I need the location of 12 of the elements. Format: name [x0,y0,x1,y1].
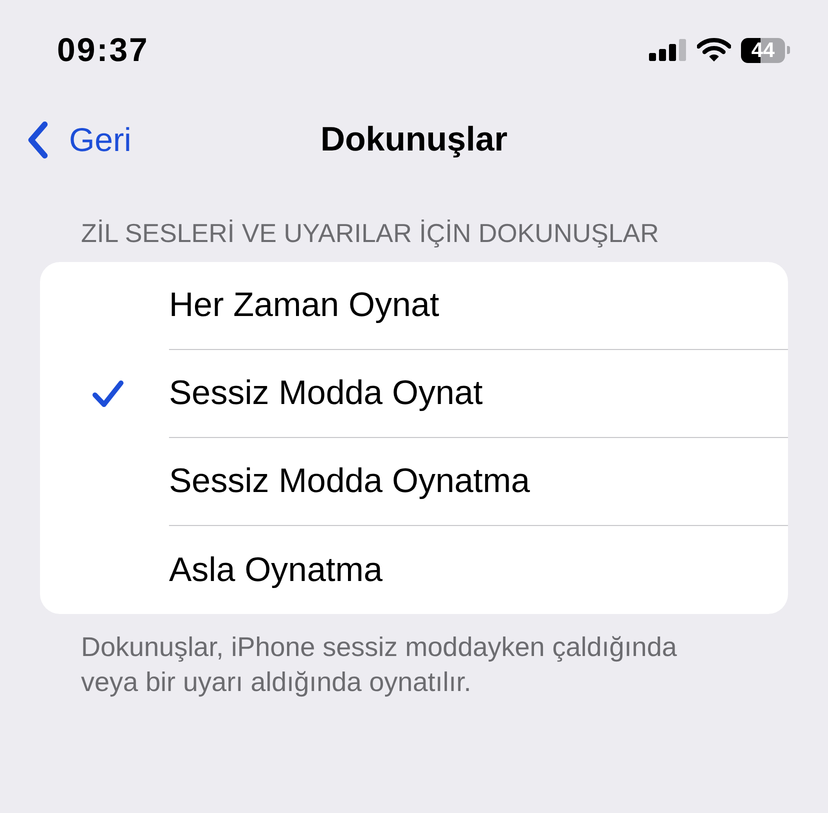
option-row[interactable]: Sessiz Modda Oynatma [40,438,788,526]
clock-time: 09:37 [57,31,149,69]
option-row[interactable]: Sessiz Modda Oynat [40,350,788,438]
footer-note: Dokunuşlar, iPhone sessiz moddayken çaldığında veya bir uyarı aldığında oynatılır. [81,631,678,699]
option-row[interactable]: Asla Oynatma [40,526,788,614]
page-title: Dokunuşlar [320,120,508,160]
section-header: ZİL SESLERİ VE UYARILAR İÇİN DOKUNUŞLAR [81,218,660,248]
signal-icon [649,39,687,61]
checkmark-icon [92,380,124,408]
option-row[interactable]: Her Zaman Oynat [40,262,788,350]
back-button[interactable]: Geri [25,121,132,159]
wifi-icon [697,38,731,62]
